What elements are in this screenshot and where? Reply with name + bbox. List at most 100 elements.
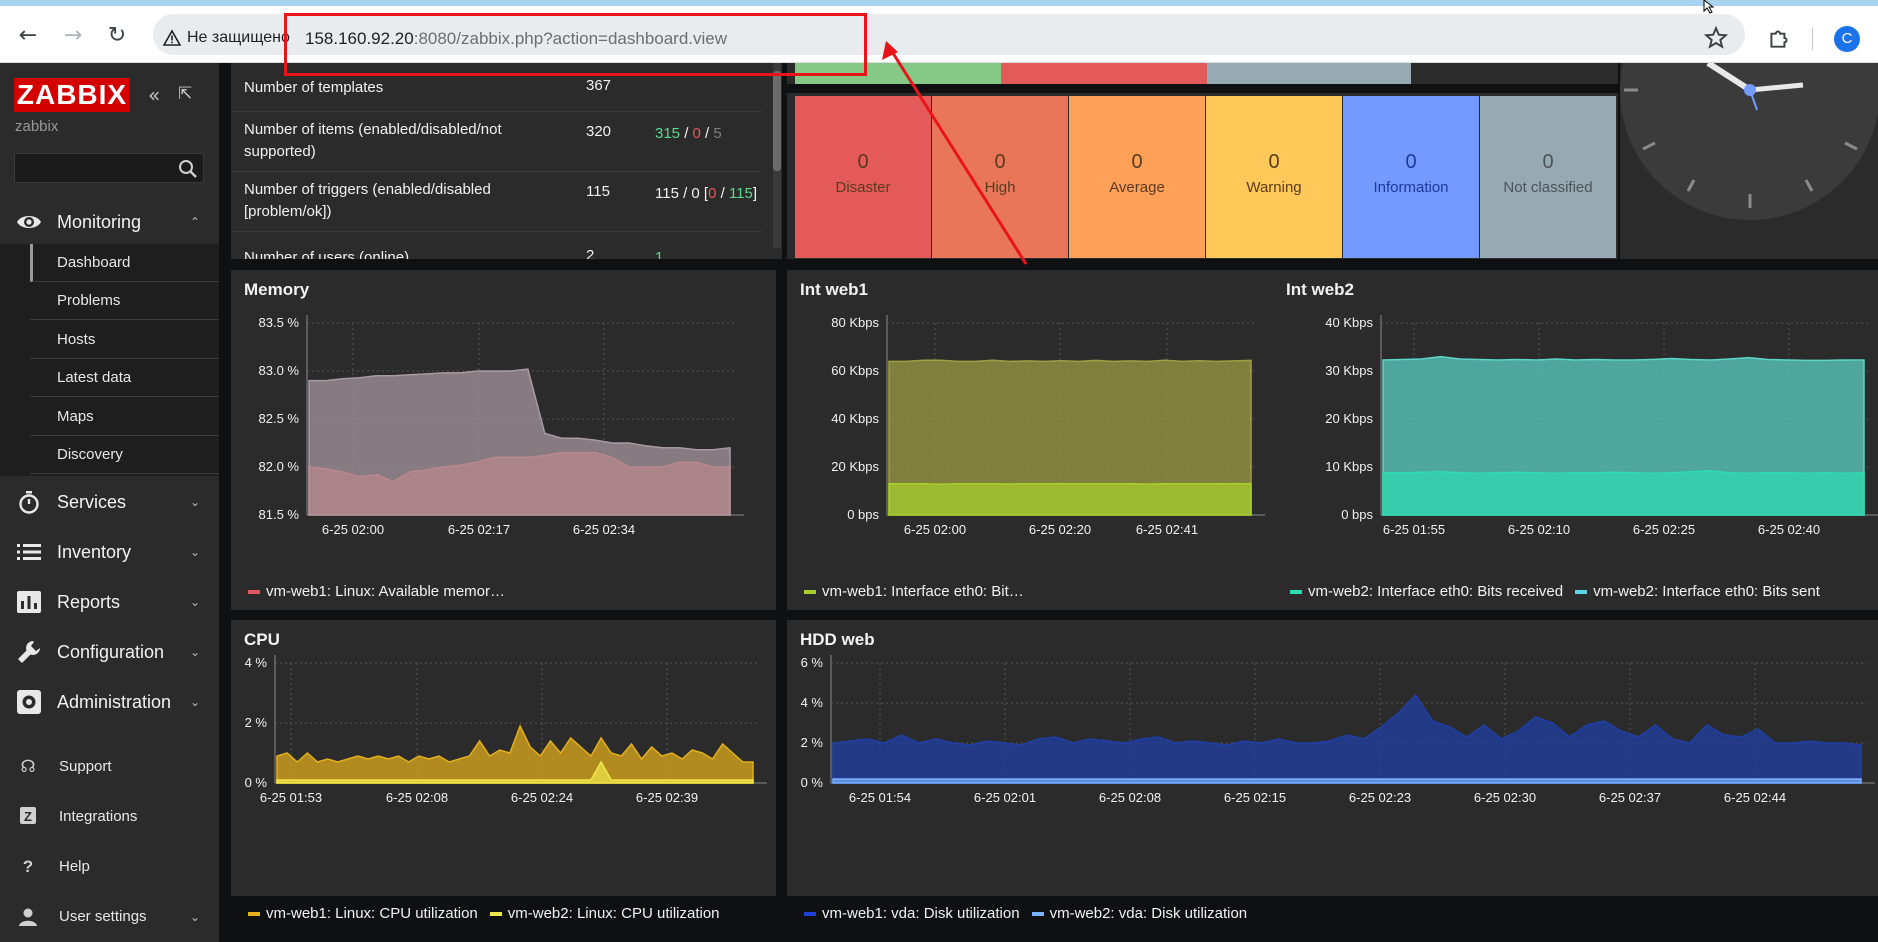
monitoring-submenu: Dashboard Problems Hosts Latest data Map… — [0, 244, 219, 476]
legend-swatch — [804, 911, 816, 916]
reload-icon[interactable]: ↻ — [103, 22, 131, 50]
y-tick-label: 80 Kbps — [831, 315, 879, 330]
info-row-items: Number of items (enabled/disabled/not su… — [231, 112, 762, 172]
x-tick-label: 6-25 02:34 — [573, 522, 635, 537]
severity-label: Average — [1109, 179, 1165, 196]
y-tick-label: 83.0 % — [259, 363, 300, 378]
help-icon: ? — [22, 857, 34, 876]
forward-arrow-icon[interactable]: → — [59, 22, 87, 50]
dashboard: Number of templates 367 Number of items … — [219, 63, 1878, 942]
info-value: 115 — [586, 183, 610, 200]
y-tick-label: 0 % — [801, 775, 824, 790]
browser-toolbar: ← → ↻ Не защищено 158.160.92.20:8080/zab… — [0, 6, 1878, 63]
menu-integrations[interactable]: Z Integrations — [0, 797, 219, 837]
submenu-dashboard[interactable]: Dashboard — [30, 244, 219, 282]
severity-label: Disaster — [835, 179, 891, 196]
x-tick-label: 6-25 02:08 — [386, 790, 448, 805]
stopwatch-icon — [19, 491, 39, 514]
eye-icon — [17, 216, 41, 228]
legend-label: vm-web2: Linux: CPU utilization — [507, 905, 720, 922]
chevron-up-icon: ⌃ — [190, 215, 201, 229]
y-tick-label: 82.0 % — [259, 459, 300, 474]
zabbix-logo[interactable]: ZABBIX — [14, 78, 130, 112]
system-information-widget: Number of templates 367 Number of items … — [231, 63, 782, 259]
items-enabled: 315 — [655, 125, 681, 142]
severity-tile-disaster[interactable]: 0 Disaster — [795, 96, 931, 258]
menu-help[interactable]: ? Help — [0, 847, 219, 887]
y-tick-label: 20 Kbps — [831, 459, 879, 474]
menu-configuration-label: Configuration — [57, 641, 165, 662]
info-details: 1 — [655, 249, 664, 259]
sidebar-search-input[interactable] — [14, 153, 204, 183]
x-tick-label: 6-25 02:00 — [904, 522, 966, 537]
x-tick-label: 6-25 01:54 — [849, 790, 911, 805]
widget-scrollbar-thumb[interactable] — [773, 71, 781, 171]
series-area-1 — [832, 778, 1862, 784]
menu-inventory[interactable]: Inventory ⌄ — [0, 532, 219, 572]
graph-legend: vm-web1: Interface eth0: Bit… — [804, 583, 1024, 600]
legend-swatch — [248, 911, 260, 916]
series-area-0 — [276, 724, 754, 784]
chevron-down-icon: ⌄ — [190, 695, 201, 709]
submenu-hosts[interactable]: Hosts — [30, 321, 219, 359]
cpu-chart: 4 % 2 % 0 %6-25 01:53 6-25 02:08 6-25 02:24 6… — [245, 655, 767, 805]
severity-count: 0 — [1131, 151, 1143, 173]
submenu-maps[interactable]: Maps — [30, 398, 219, 436]
x-tick-label: 6-25 02:44 — [1724, 790, 1786, 805]
back-arrow-icon[interactable]: ← — [14, 22, 42, 50]
url-text[interactable]: 158.160.92.20:8080/zabbix.php?action=das… — [305, 29, 727, 49]
profile-avatar[interactable]: C — [1834, 26, 1860, 52]
kiosk-mode-icon[interactable]: ⇱ — [178, 84, 192, 104]
x-tick-label: 6-25 02:01 — [974, 790, 1036, 805]
severity-tile-not-classified[interactable]: 0 Not classified — [1480, 96, 1616, 258]
chevron-down-icon: ⌄ — [190, 495, 201, 509]
severity-tile-high[interactable]: 0 High — [932, 96, 1068, 258]
legend-swatch — [248, 589, 260, 594]
severity-tile-warning[interactable]: 0 Warning — [1206, 96, 1342, 258]
int-web1-graph-widget: Int web1 80 Kbps 60 Kbps 40 Kbps 20 Kbps 0 b… — [787, 270, 1281, 610]
series-area-1 — [308, 368, 731, 516]
legend-swatch — [1290, 589, 1302, 594]
y-tick-label: 60 Kbps — [831, 363, 879, 378]
submenu-latest-data[interactable]: Latest data — [30, 359, 219, 397]
x-tick-label: 6-25 02:08 — [1099, 790, 1161, 805]
bookmark-star-icon[interactable] — [1703, 25, 1729, 51]
int-web1-chart: 80 Kbps 60 Kbps 40 Kbps 20 Kbps 0 bps 6-25 02… — [831, 315, 1265, 537]
widget-gap — [787, 84, 1618, 93]
submenu-discovery[interactable]: Discovery — [30, 436, 219, 474]
info-param: Number of templates — [244, 79, 384, 96]
security-chip[interactable]: Не защищено — [163, 26, 290, 50]
legend-swatch — [489, 911, 502, 916]
y-tick-label: 0 % — [245, 775, 268, 790]
menu-monitoring[interactable]: Monitoring ⌃ — [0, 202, 219, 242]
x-tick-label: 6-25 01:55 — [1383, 522, 1445, 537]
menu-configuration[interactable]: Configuration ⌄ — [0, 632, 219, 672]
y-tick-label: 0 bps — [1341, 507, 1373, 522]
severity-label: High — [984, 179, 1016, 196]
y-tick-label: 4 % — [245, 655, 268, 670]
y-tick-label: 81.5 % — [259, 507, 300, 522]
search-icon[interactable] — [178, 159, 198, 179]
menu-reports[interactable]: Reports ⌄ — [0, 582, 219, 622]
menu-support-label: Support — [59, 758, 112, 775]
collapse-sidebar-icon[interactable]: « — [148, 83, 160, 107]
x-tick-label: 6-25 02:24 — [511, 790, 573, 805]
gear-icon — [17, 690, 41, 714]
severity-tile-information[interactable]: 0 Information — [1343, 96, 1479, 258]
menu-support[interactable]: ☊ Support — [0, 747, 219, 787]
extensions-icon[interactable] — [1766, 25, 1792, 51]
memory-graph-widget: Memory 83.5 % 83.0 % 82.5 % 82.0 % 81.5 % 6-2… — [231, 270, 776, 610]
menu-user-settings[interactable]: User settings ⌄ — [0, 897, 219, 937]
int-web2-chart: 40 Kbps 30 Kbps 20 Kbps 10 Kbps 0 bps 6-25 01… — [1325, 315, 1878, 537]
severity-tile-average[interactable]: 0 Average — [1069, 96, 1205, 258]
y-tick-label: 40 Kbps — [831, 411, 879, 426]
info-value: 367 — [586, 77, 612, 94]
menu-administration[interactable]: Administration ⌄ — [0, 682, 219, 722]
menu-services[interactable]: Services ⌄ — [0, 482, 219, 522]
legend-label: vm-web1: Linux: Available memor… — [266, 583, 505, 600]
legend-swatch — [1031, 911, 1044, 916]
severity-count: 0 — [994, 151, 1006, 173]
submenu-problems[interactable]: Problems — [30, 282, 219, 320]
info-details: 115 / 0 [0 / 115] — [655, 185, 758, 202]
severity-label: Not classified — [1503, 179, 1593, 196]
